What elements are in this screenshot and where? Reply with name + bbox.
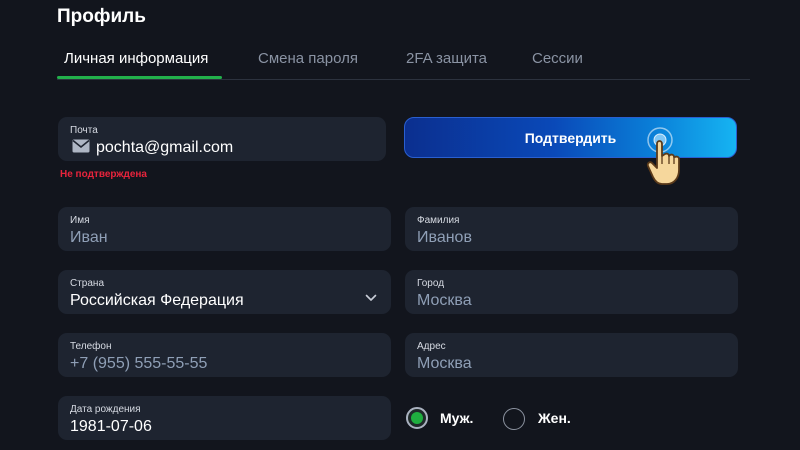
first-name-label: Имя [70, 215, 90, 226]
address-field[interactable]: Адрес Москва [405, 333, 738, 377]
gender-male-radio[interactable] [406, 407, 428, 429]
city-label: Город [417, 278, 445, 289]
phone-field[interactable]: Телефон +7 (955) 555-55-55 [58, 333, 391, 377]
birthdate-value: 1981-07-06 [70, 418, 152, 435]
active-tab-indicator [57, 76, 222, 79]
tab-change-password[interactable]: Смена пароля [258, 50, 358, 67]
email-field[interactable]: Почта pochta@gmail.com [58, 117, 386, 161]
birthdate-field[interactable]: Дата рождения 1981-07-06 [58, 396, 391, 440]
chevron-down-icon [365, 294, 377, 301]
email-label: Почта [70, 125, 98, 136]
last-name-value: Иванов [417, 229, 472, 246]
gender-male-label[interactable]: Муж. [440, 410, 473, 426]
city-value: Москва [417, 292, 472, 309]
email-value: pochta@gmail.com [96, 139, 234, 156]
email-status-unverified: Не подтверждена [60, 169, 147, 180]
page-title: Профиль [57, 6, 146, 27]
country-select[interactable]: Страна Российская Федерация [58, 270, 391, 314]
phone-value: +7 (955) 555-55-55 [70, 355, 208, 372]
pointer-hand-icon [646, 127, 680, 185]
profile-tabs: Личная информация Смена пароля 2FA защит… [57, 40, 750, 80]
birthdate-label: Дата рождения [70, 404, 141, 415]
country-value: Российская Федерация [70, 292, 244, 309]
tab-sessions[interactable]: Сессии [532, 50, 583, 67]
tab-personal-info[interactable]: Личная информация [64, 50, 208, 67]
last-name-label: Фамилия [417, 215, 460, 226]
address-label: Адрес [417, 341, 446, 352]
mail-icon [72, 139, 90, 153]
city-field[interactable]: Город Москва [405, 270, 738, 314]
last-name-field[interactable]: Фамилия Иванов [405, 207, 738, 251]
gender-female-radio[interactable] [503, 408, 525, 430]
first-name-value: Иван [70, 229, 108, 246]
tab-2fa[interactable]: 2FA защита [406, 50, 487, 67]
first-name-field[interactable]: Имя Иван [58, 207, 391, 251]
phone-label: Телефон [70, 341, 112, 352]
gender-female-label[interactable]: Жен. [538, 410, 571, 426]
country-label: Страна [70, 278, 105, 289]
address-value: Москва [417, 355, 472, 372]
